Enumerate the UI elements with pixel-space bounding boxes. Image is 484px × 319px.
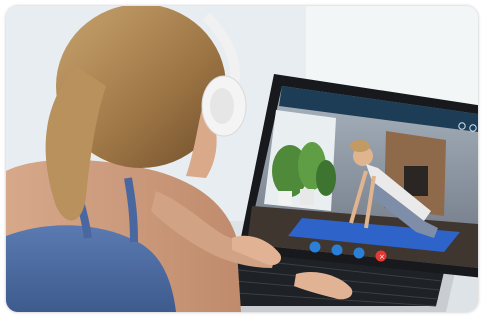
video-fireplace: [404, 166, 428, 196]
headphone-cup: [210, 88, 234, 124]
scene-illustration: ×: [6, 6, 478, 312]
mic-button[interactable]: [309, 241, 321, 253]
photo-frame: ×: [6, 6, 478, 312]
chat-button[interactable]: [353, 247, 365, 259]
end-call-icon: ×: [379, 253, 385, 261]
video-call-window: ×: [247, 86, 478, 268]
camera-button[interactable]: [331, 244, 343, 256]
